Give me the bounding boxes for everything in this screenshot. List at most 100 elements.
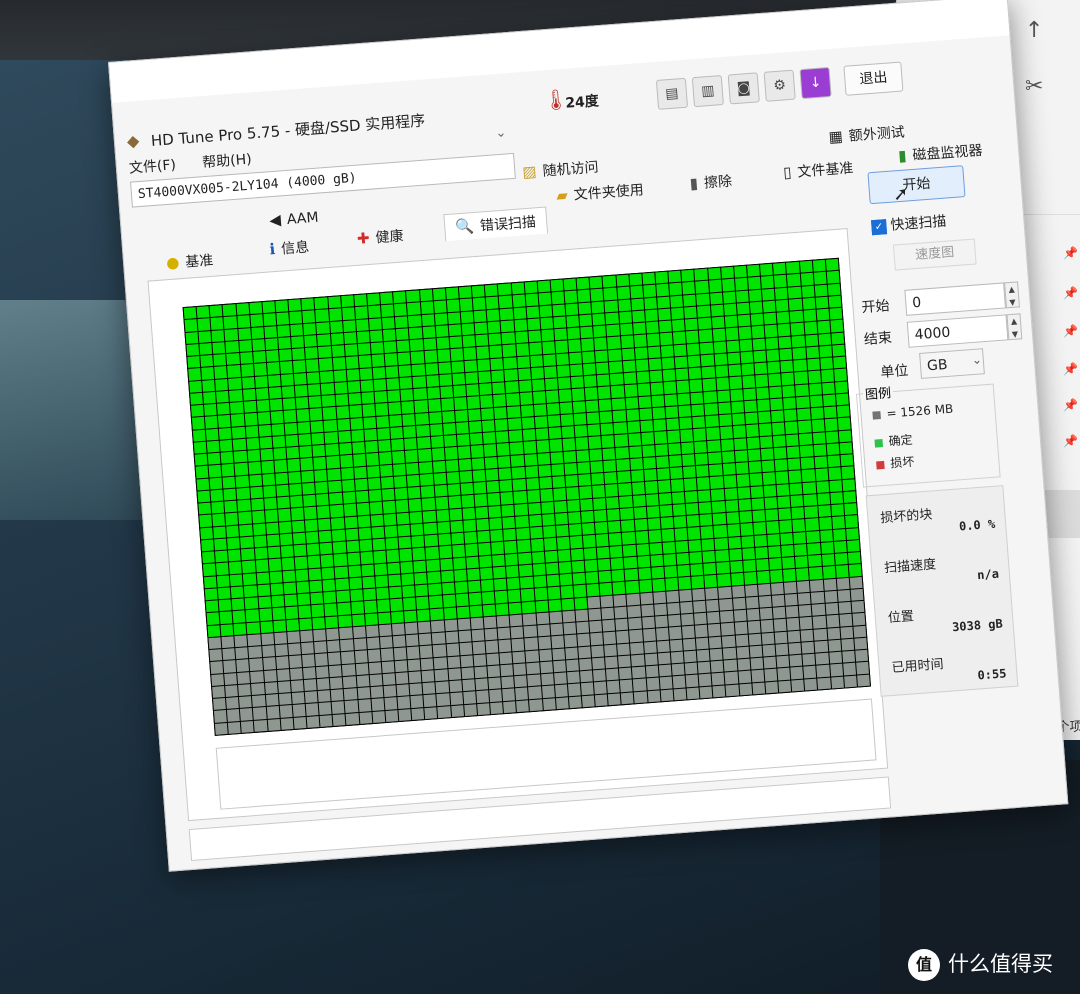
scan-block xyxy=(648,358,662,371)
scan-block xyxy=(749,301,763,314)
scan-block xyxy=(465,371,479,385)
legend-box: 图例 = 1526 MB 确定 损坏 xyxy=(855,382,1001,488)
scan-block xyxy=(748,289,762,302)
scan-block xyxy=(596,534,609,547)
scan-block xyxy=(806,358,820,371)
camera-icon[interactable]: ◙ xyxy=(727,72,760,105)
scan-block xyxy=(373,550,387,564)
scan-block xyxy=(238,339,252,352)
scan-block xyxy=(450,520,464,533)
scan-block xyxy=(775,287,789,300)
scan-block xyxy=(357,515,371,528)
scissors-icon[interactable]: ✂ xyxy=(1025,74,1043,99)
tab-folder-usage[interactable]: ▰ 文件夹使用 xyxy=(556,179,645,206)
start-spin-arrows[interactable]: ▲ ▼ xyxy=(1004,281,1020,309)
scan-block xyxy=(373,378,387,392)
scan-block xyxy=(734,622,748,635)
chevron-down-icon[interactable]: ⌄ xyxy=(495,125,507,141)
scan-block xyxy=(471,629,485,642)
tab-erase[interactable]: ▮ 擦除 xyxy=(689,171,733,194)
scan-block xyxy=(502,516,516,529)
speed-map-button[interactable]: 速度图 xyxy=(892,238,977,271)
scan-block xyxy=(408,314,422,327)
scan-block xyxy=(577,633,591,647)
tab-aam[interactable]: ◀ AAM xyxy=(269,208,319,230)
scan-block xyxy=(208,465,222,478)
scan-block xyxy=(324,431,338,444)
scan-block xyxy=(250,498,264,511)
scan-block xyxy=(470,617,484,630)
scan-block xyxy=(337,430,351,443)
exit-button[interactable]: 退出 xyxy=(843,61,904,96)
scan-block xyxy=(486,308,500,322)
scan-block xyxy=(263,669,277,682)
app-icon: ◆ xyxy=(126,130,140,151)
settings-icon[interactable]: ⚙ xyxy=(763,69,796,102)
scan-block xyxy=(793,531,807,544)
scan-block xyxy=(558,389,572,402)
pin-icon[interactable]: 📌 xyxy=(1063,324,1078,338)
scan-block xyxy=(528,342,542,355)
scan-block xyxy=(352,626,366,639)
save-download-icon[interactable]: ↓ xyxy=(799,66,832,100)
scan-block xyxy=(449,692,463,705)
scan-block xyxy=(511,638,525,652)
copy-all-icon[interactable]: ▥ xyxy=(691,75,724,108)
scan-block xyxy=(427,571,441,584)
scan-block xyxy=(223,660,237,673)
tab-health[interactable]: ✚ 健康 xyxy=(356,225,404,248)
tab-file-benchmark[interactable]: ▯ 文件基准 xyxy=(782,157,854,182)
scan-block xyxy=(422,498,435,511)
scan-block xyxy=(315,481,329,494)
pin-icon[interactable]: 📌 xyxy=(1063,246,1078,260)
scan-block xyxy=(421,670,435,683)
scan-block xyxy=(659,676,673,690)
pin-icon[interactable]: 📌 xyxy=(1063,434,1078,448)
scan-block xyxy=(692,416,706,429)
tab-info[interactable]: ℹ 信息 xyxy=(269,236,310,259)
scan-block xyxy=(513,306,527,320)
scan-block xyxy=(319,542,333,555)
scan-block xyxy=(544,550,558,563)
scan-block xyxy=(804,678,818,691)
scan-block xyxy=(507,405,521,418)
up-arrow-icon[interactable]: ↑ xyxy=(1025,18,1043,43)
scan-block xyxy=(770,398,784,411)
tab-random-access[interactable]: ▨ 随机访问 xyxy=(522,157,599,183)
scan-block xyxy=(296,581,310,594)
scan-block xyxy=(699,329,713,342)
end-field[interactable]: 4000 xyxy=(906,314,1009,348)
scan-block xyxy=(191,404,204,418)
drive-selector-value[interactable]: ST4000VX005-2LY104 (4000 gB) xyxy=(130,152,516,208)
end-spin-arrows[interactable]: ▲ ▼ xyxy=(1006,313,1023,341)
scan-block xyxy=(693,428,707,441)
scan-block-grid xyxy=(182,257,871,736)
start-button[interactable]: 开始 xyxy=(867,165,966,205)
scan-block xyxy=(670,467,684,480)
scan-block xyxy=(697,661,711,674)
chevron-down-icon[interactable]: ⌄ xyxy=(971,352,982,367)
scan-block xyxy=(600,595,614,608)
pin-icon[interactable]: 📌 xyxy=(1063,362,1078,376)
scan-block xyxy=(425,362,438,375)
scan-block xyxy=(562,610,576,623)
start-field[interactable]: 0 xyxy=(904,282,1006,316)
scan-block xyxy=(324,603,338,616)
tab-benchmark[interactable]: ● 基准 xyxy=(165,250,214,273)
quick-scan-checkbox[interactable]: ✓ 快速扫描 xyxy=(870,211,947,237)
tab-extra-tests[interactable]: ▦ 额外测试 xyxy=(828,121,905,147)
scan-block xyxy=(710,304,724,317)
tab-disk-monitor[interactable]: ▮ 磁盘监视器 xyxy=(898,140,984,166)
scan-block xyxy=(277,508,291,522)
scan-block xyxy=(474,322,488,335)
pin-icon[interactable]: 📌 xyxy=(1063,398,1078,412)
scan-block xyxy=(751,325,765,338)
scan-block xyxy=(239,352,253,365)
scan-block xyxy=(804,506,818,519)
checkbox-check-icon[interactable]: ✓ xyxy=(870,218,888,235)
pin-icon[interactable]: 📌 xyxy=(1063,286,1078,300)
scan-block xyxy=(210,489,224,502)
tab-error-scan[interactable]: 🔍 错误扫描 xyxy=(443,206,548,242)
copy-info-icon[interactable]: ▤ xyxy=(655,77,689,110)
scan-block xyxy=(723,303,737,316)
